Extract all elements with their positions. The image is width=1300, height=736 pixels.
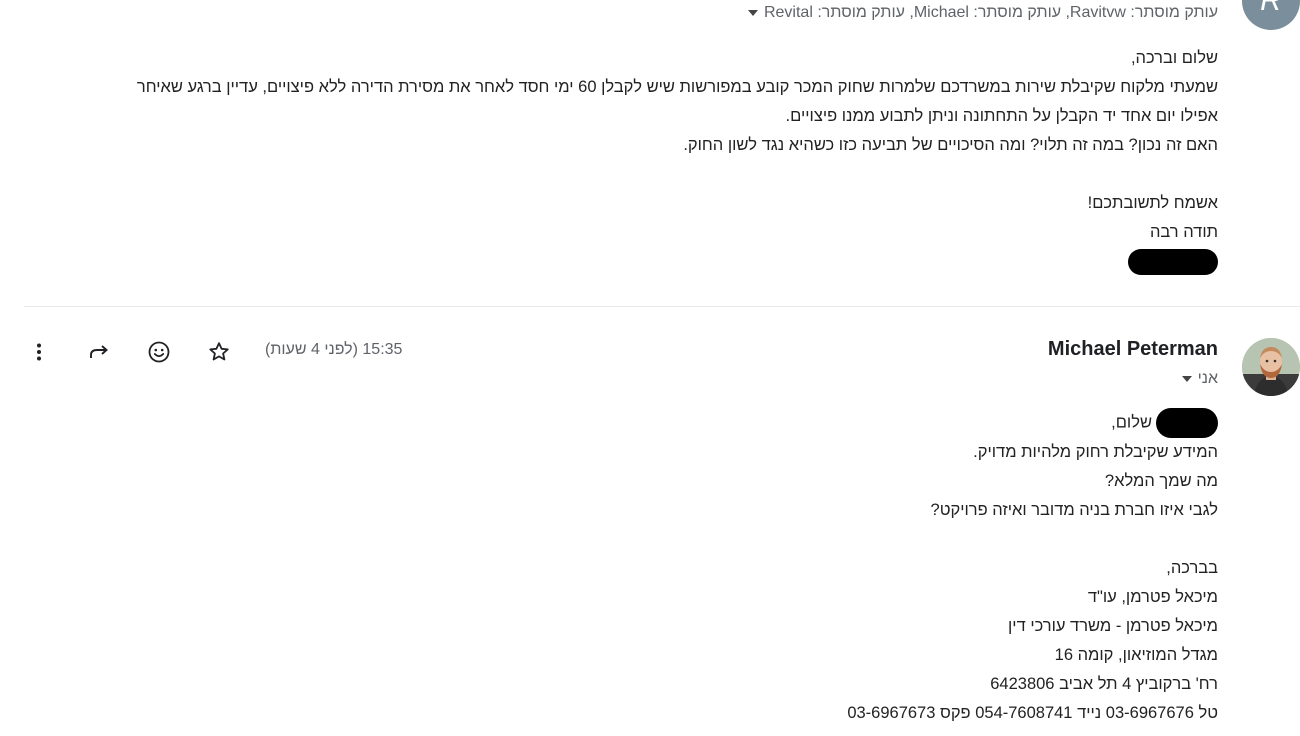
chevron-down-icon[interactable] bbox=[747, 10, 758, 16]
message-divider bbox=[24, 306, 1300, 307]
bcc-text: עותק מוסתר: Ravitvw, עותק מוסתר: Michael… bbox=[763, 4, 1218, 21]
signature-line: מיכאל פטרמן - משרד עורכי דין bbox=[1008, 617, 1218, 635]
forward-icon[interactable] bbox=[83, 336, 115, 368]
body-line: המידע שקיבלת רחוק מלהיות מדויק. bbox=[973, 443, 1218, 461]
redacted-name bbox=[1128, 249, 1218, 275]
body-line: אפילו יום אחד יד הקבלן על התחתונה וניתן … bbox=[785, 107, 1218, 125]
body-line: לגבי איזו חברת בניה מדובר ואיזה פרויקט? bbox=[930, 501, 1218, 519]
star-icon[interactable] bbox=[203, 336, 235, 368]
recipient-text: אני bbox=[1197, 370, 1218, 387]
sender-avatar-top[interactable]: R bbox=[1242, 0, 1300, 30]
sender-avatar[interactable] bbox=[1242, 338, 1300, 396]
emoji-icon[interactable] bbox=[143, 336, 175, 368]
body-line: מה שמך המלא? bbox=[1104, 472, 1218, 490]
signature-line: טל 03-6967676 נייד 054-7608741 פקס 03-69… bbox=[847, 704, 1218, 722]
greeting-line: שלום, bbox=[218, 408, 1218, 438]
signature-line: מגדל המוזיאון, קומה 16 bbox=[1054, 646, 1218, 664]
body-line: האם זה נכון? במה זה תלוי? ומה הסיכויים ש… bbox=[683, 136, 1218, 154]
message-timestamp: 15:35 (לפני 4 שעות) bbox=[265, 341, 403, 358]
bcc-recipients[interactable]: עותק מוסתר: Ravitvw, עותק מוסתר: Michael… bbox=[747, 4, 1218, 22]
chevron-down-icon[interactable] bbox=[1181, 376, 1192, 382]
closing-line: תודה רבה bbox=[1149, 223, 1218, 241]
body-line: שמעתי מלקוח שקיבלת שירות במשרדכם שלמרות … bbox=[136, 78, 1218, 96]
signature-line: רח' ברקוביץ 4 תל אביב 6423806 bbox=[990, 675, 1218, 693]
message-body-1: שלום וברכה, שמעתי מלקוח שקיבלת שירות במש… bbox=[24, 44, 1218, 285]
message-body-2: שלום, המידע שקיבלת רחוק מלהיות מדויק. מה… bbox=[218, 408, 1218, 728]
body-line: שלום וברכה, bbox=[1130, 49, 1218, 67]
closing-line: אשמח לתשובתכם! bbox=[1087, 194, 1218, 212]
signature-line: מיכאל פטרמן, עו"ד bbox=[1087, 588, 1218, 606]
redacted-name bbox=[1156, 408, 1218, 438]
more-vert-icon[interactable] bbox=[23, 336, 55, 368]
sender-name[interactable]: Michael Peterman bbox=[1048, 338, 1218, 361]
recipient-line[interactable]: אני bbox=[1181, 370, 1218, 388]
signature-line: בברכה, bbox=[1166, 559, 1218, 577]
